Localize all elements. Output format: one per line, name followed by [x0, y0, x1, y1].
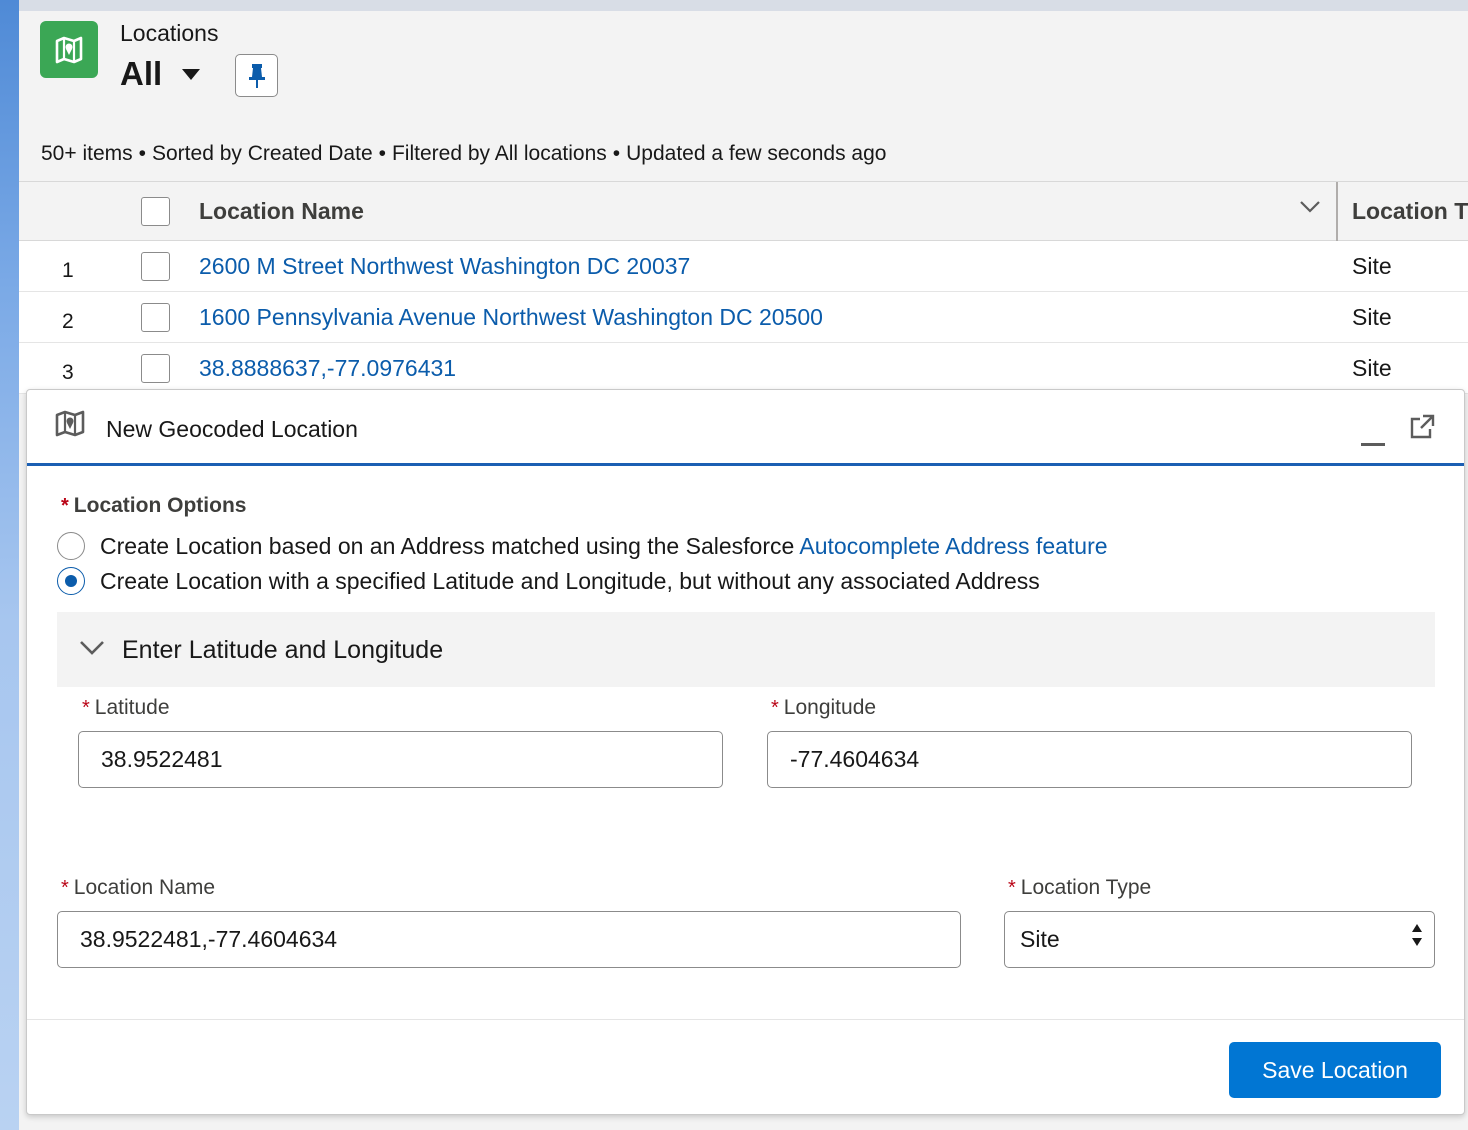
pin-icon — [248, 63, 265, 88]
option-latlong-radio-row[interactable]: Create Location with a specified Latitud… — [57, 566, 1040, 596]
select-all-checkbox[interactable] — [141, 197, 170, 226]
row-number: 3 — [62, 361, 74, 384]
location-name-input[interactable] — [57, 911, 961, 968]
column-header-location-type[interactable]: Location T — [1352, 198, 1468, 225]
location-map-icon — [55, 410, 85, 443]
row-number: 1 — [62, 259, 74, 282]
row-checkbox[interactable] — [141, 354, 170, 383]
updated-info: Updated a few seconds ago — [626, 142, 887, 165]
row-checkbox[interactable] — [141, 303, 170, 332]
autocomplete-address-link[interactable]: Autocomplete Address feature — [799, 533, 1107, 559]
list-view-meta: 50+ items • Sorted by Created Date • Filtere… — [41, 142, 887, 165]
location-name-link[interactable]: 2600 M Street Northwest Washington DC 20… — [199, 253, 690, 280]
section-title: Enter Latitude and Longitude — [122, 636, 444, 664]
latitude-input[interactable] — [78, 731, 723, 788]
location-options-label: * Location Options — [61, 494, 247, 517]
minimize-icon — [1361, 443, 1385, 446]
option-address-radio[interactable] — [57, 532, 85, 560]
location-map-icon — [40, 21, 98, 78]
option-latlong-radio[interactable] — [57, 567, 85, 595]
chevron-down-icon — [79, 640, 105, 661]
location-name-label: * Location Name — [61, 876, 216, 899]
option-address-radio-row[interactable]: Create Location based on an Address matc… — [57, 531, 1108, 561]
pin-list-view-button[interactable] — [235, 54, 278, 97]
row-checkbox[interactable] — [141, 252, 170, 281]
chevron-down-icon[interactable] — [1299, 200, 1321, 219]
location-type-label: * Location Type — [1008, 876, 1152, 899]
select-arrows-icon — [1412, 924, 1422, 946]
option-address-text: Create Location based on an Address matc… — [100, 532, 1108, 559]
location-type-value: Site — [1020, 926, 1060, 952]
location-type-cell: Site — [1352, 304, 1392, 330]
background-edge — [0, 0, 19, 1130]
table-header: Location Name Location T — [19, 181, 1468, 241]
panel-footer: Save Location — [27, 1019, 1464, 1114]
list-view-name[interactable]: All — [120, 55, 162, 93]
location-name-link[interactable]: 1600 Pennsylvania Avenue Northwest Washi… — [199, 304, 823, 331]
panel-header: New Geocoded Location — [27, 390, 1464, 466]
panel-title: New Geocoded Location — [106, 416, 358, 442]
option-latlong-text: Create Location with a specified Latitud… — [100, 567, 1040, 594]
location-type-cell: Site — [1352, 253, 1392, 279]
table-row: 1 2600 M Street Northwest Washington DC … — [19, 241, 1468, 292]
latitude-label: * Latitude — [82, 696, 170, 719]
longitude-input[interactable] — [767, 731, 1412, 788]
locations-table: Location Name Location T 1 2600 M Street… — [19, 181, 1468, 394]
column-header-location-name[interactable]: Location Name — [199, 198, 364, 225]
location-type-select[interactable]: Site — [1004, 911, 1435, 968]
row-number: 2 — [62, 310, 74, 333]
lat-long-section-toggle[interactable]: Enter Latitude and Longitude — [57, 612, 1435, 687]
sort-info: Sorted by Created Date — [152, 142, 373, 165]
pop-out-icon — [1410, 414, 1435, 439]
column-divider[interactable] — [1336, 182, 1338, 241]
pop-out-button[interactable] — [1409, 414, 1437, 442]
list-header: Locations All 50+ items • Sorted by Create… — [19, 11, 1468, 181]
item-count: 50+ items — [41, 142, 133, 165]
table-row: 3 38.8888637,-77.0976431 Site — [19, 343, 1468, 394]
list-view-dropdown-icon[interactable] — [182, 69, 200, 80]
longitude-label: * Longitude — [771, 696, 877, 719]
browser-top-strip — [0, 0, 1468, 11]
object-label: Locations — [120, 20, 219, 46]
location-name-link[interactable]: 38.8888637,-77.0976431 — [199, 355, 456, 382]
location-type-cell: Site — [1352, 355, 1392, 381]
filter-info: Filtered by All locations — [391, 142, 607, 165]
new-geocoded-location-panel: New Geocoded Location * Location Options … — [26, 389, 1465, 1115]
table-row: 2 1600 Pennsylvania Avenue Northwest Was… — [19, 292, 1468, 343]
minimize-button[interactable] — [1361, 422, 1385, 446]
save-location-button[interactable]: Save Location — [1229, 1042, 1441, 1098]
